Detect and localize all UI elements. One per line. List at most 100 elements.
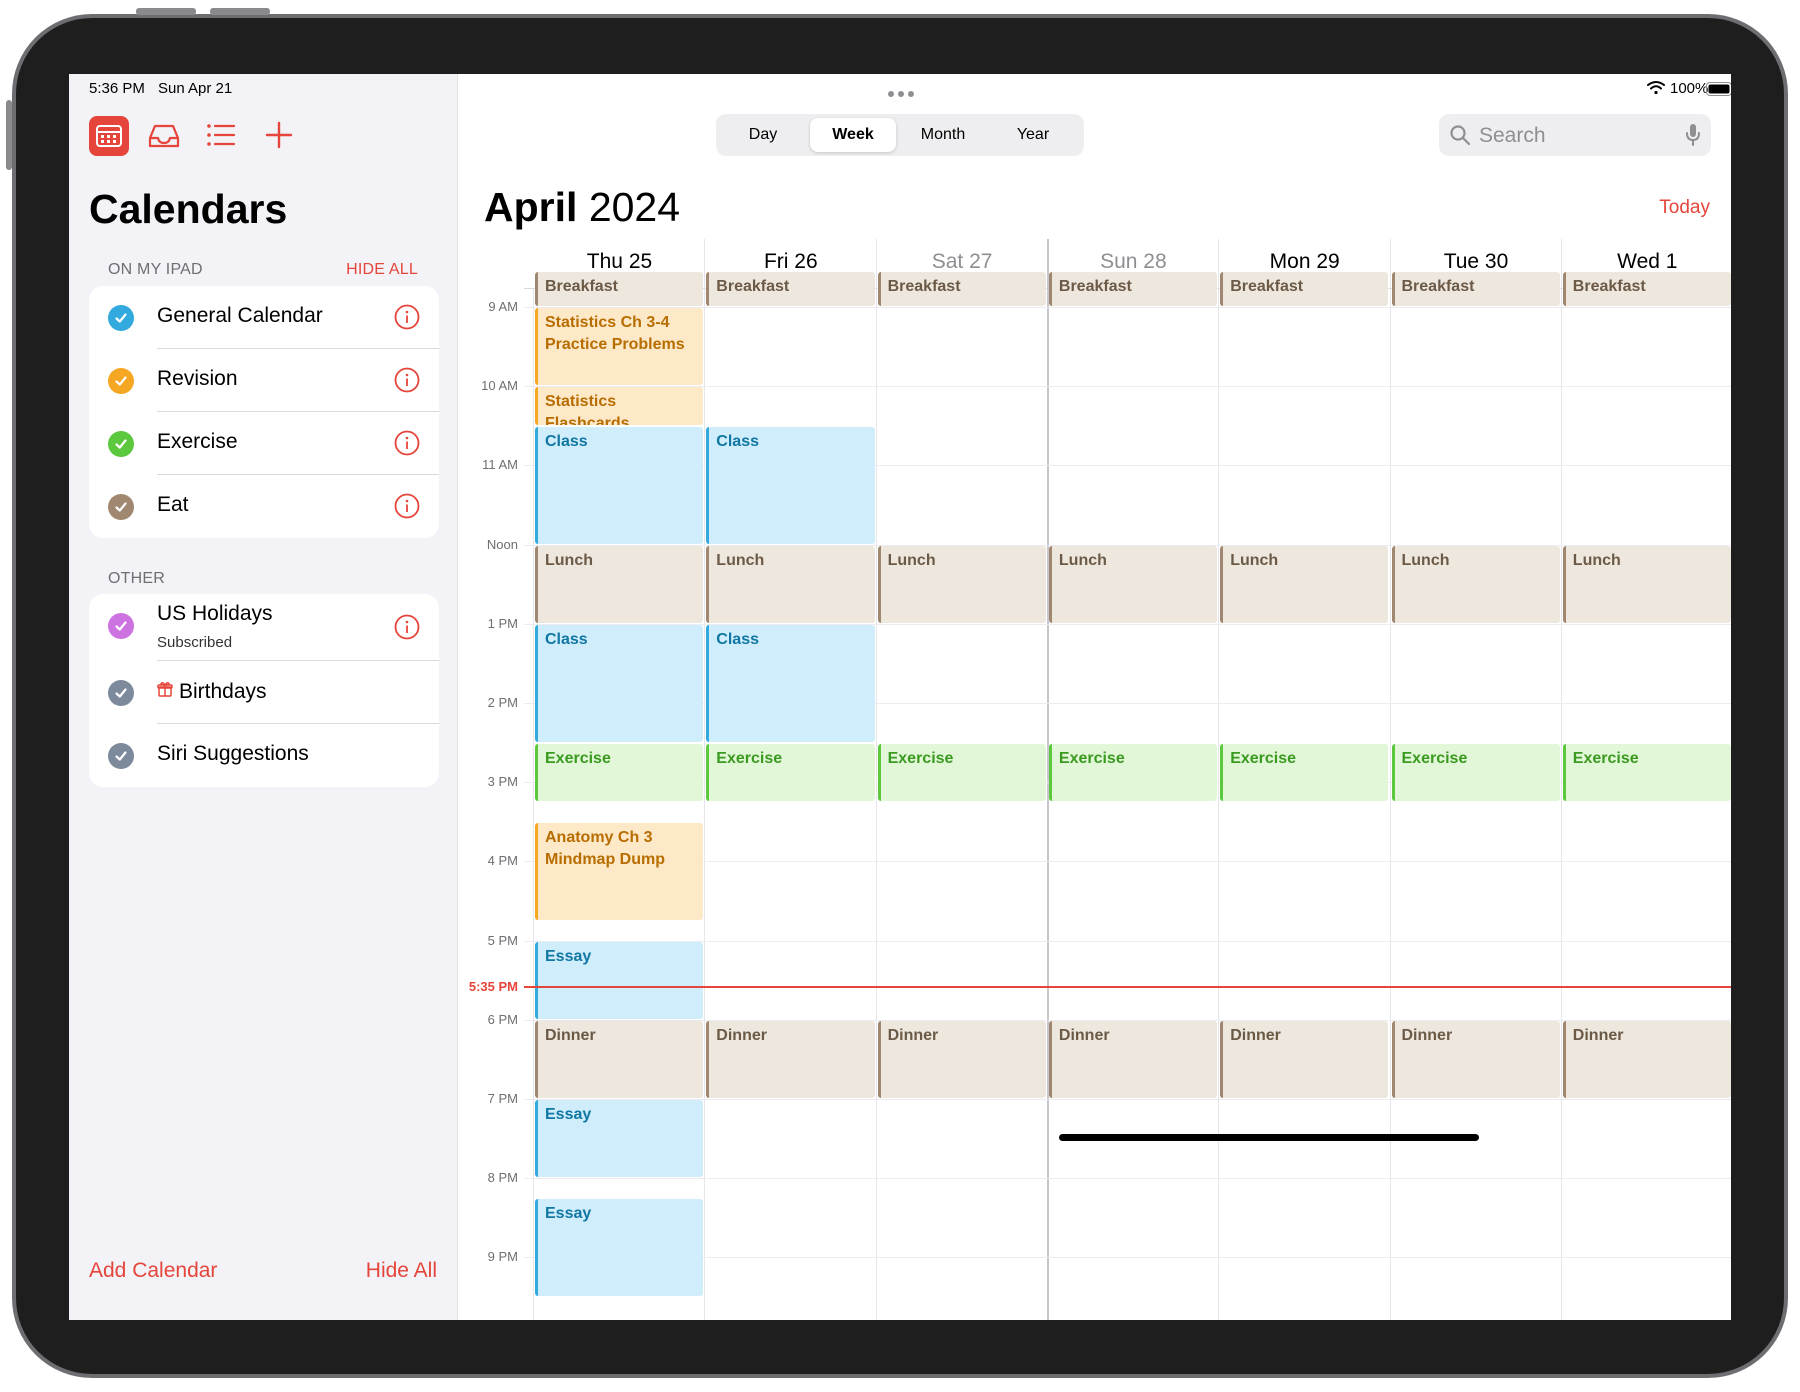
event-block[interactable]: Dinner xyxy=(1562,1020,1731,1098)
event-block[interactable]: Lunch xyxy=(535,545,704,623)
event-block[interactable]: Class xyxy=(706,426,875,544)
event-block[interactable]: Lunch xyxy=(706,545,875,623)
event-block[interactable]: Class xyxy=(535,426,704,544)
microphone-icon[interactable] xyxy=(1685,123,1701,152)
event-block[interactable]: Statistics Flashcards xyxy=(535,387,704,425)
event-block[interactable]: Essay xyxy=(535,941,704,1019)
home-indicator[interactable] xyxy=(1059,1134,1479,1141)
checkmark-icon[interactable] xyxy=(108,494,134,520)
event-block[interactable]: Breakfast xyxy=(1391,272,1560,306)
day-header[interactable]: Wed 1 xyxy=(1562,250,1731,274)
event-block[interactable]: Statistics Ch 3-4 Practice Problems xyxy=(535,308,704,386)
day-header[interactable]: Sat 27 xyxy=(877,250,1048,274)
add-calendar-button[interactable]: Add Calendar xyxy=(89,1259,217,1283)
calendar-row[interactable]: Eat xyxy=(89,475,439,538)
event-block[interactable]: Dinner xyxy=(1391,1020,1560,1098)
event-block[interactable]: Exercise xyxy=(877,743,1046,801)
calendar-icon[interactable] xyxy=(89,116,129,161)
hour-gridline xyxy=(524,1257,1731,1259)
event-block[interactable]: Breakfast xyxy=(1562,272,1731,306)
calendar-row[interactable]: General Calendar xyxy=(89,286,439,349)
hour-label: 8 PM xyxy=(487,1170,518,1186)
tab-week[interactable]: Week xyxy=(810,118,896,152)
calendar-row[interactable]: Subscribed US Holidays xyxy=(89,594,439,661)
search-field[interactable]: Search xyxy=(1439,114,1711,156)
hide-all-button[interactable]: Hide All xyxy=(366,1259,437,1283)
event-block[interactable]: Lunch xyxy=(1220,545,1389,623)
top-button xyxy=(6,100,12,170)
day-header[interactable]: Sun 28 xyxy=(1048,250,1219,274)
event-block[interactable]: Breakfast xyxy=(877,272,1046,306)
event-block[interactable]: Class xyxy=(535,624,704,742)
sidebar: 5:36 PM Sun Apr 21 Calendars ON MY IPAD … xyxy=(69,74,458,1320)
event-block[interactable]: Lunch xyxy=(877,545,1046,623)
event-block[interactable]: Dinner xyxy=(877,1020,1046,1098)
hide-all-link[interactable]: HIDE ALL xyxy=(346,261,418,279)
event-block[interactable]: Breakfast xyxy=(1220,272,1389,306)
event-block[interactable]: Exercise xyxy=(1220,743,1389,801)
event-title: Lunch xyxy=(545,551,593,569)
status-date: Sun Apr 21 xyxy=(158,80,233,97)
event-block[interactable]: Exercise xyxy=(1048,743,1218,801)
calendar-row[interactable]: Siri Suggestions xyxy=(89,724,439,787)
event-block[interactable]: Lunch xyxy=(1562,545,1731,623)
checkmark-icon[interactable] xyxy=(108,680,134,706)
event-block[interactable]: Class xyxy=(706,624,875,742)
info-icon[interactable] xyxy=(394,367,420,398)
event-block[interactable]: Lunch xyxy=(1391,545,1560,623)
tab-year[interactable]: Year xyxy=(990,118,1076,152)
checkmark-icon[interactable] xyxy=(108,613,134,639)
event-block[interactable]: Essay xyxy=(535,1100,704,1178)
info-icon[interactable] xyxy=(394,493,420,524)
list-icon[interactable] xyxy=(204,118,238,157)
event-block[interactable]: Breakfast xyxy=(706,272,875,306)
day-column-divider xyxy=(1560,239,1562,1320)
event-block[interactable]: Exercise xyxy=(706,743,875,801)
day-column-divider xyxy=(1218,239,1220,1320)
day-header[interactable]: Tue 30 xyxy=(1391,250,1562,274)
plus-icon[interactable] xyxy=(262,118,296,157)
calendar-row[interactable]: Birthdays xyxy=(89,661,439,724)
event-block[interactable]: Dinner xyxy=(1220,1020,1389,1098)
event-block[interactable]: Dinner xyxy=(1048,1020,1218,1098)
current-time-line xyxy=(524,985,1731,988)
tab-month[interactable]: Month xyxy=(900,118,986,152)
multitasking-dots-icon[interactable] xyxy=(887,85,915,103)
day-header[interactable]: Fri 26 xyxy=(705,250,876,274)
battery-percent: 100% xyxy=(1670,80,1709,97)
event-title: Lunch xyxy=(1230,551,1279,569)
checkmark-icon[interactable] xyxy=(108,305,134,331)
month-title: April 2024 xyxy=(484,184,681,230)
today-button[interactable]: Today xyxy=(1659,197,1710,219)
checkmark-icon[interactable] xyxy=(108,431,134,457)
tab-day[interactable]: Day xyxy=(720,118,806,152)
event-block[interactable]: Breakfast xyxy=(1048,272,1218,306)
event-block[interactable]: Exercise xyxy=(535,743,704,801)
calendar-row[interactable]: Exercise xyxy=(89,412,439,475)
checkmark-icon[interactable] xyxy=(108,743,134,769)
event-block[interactable]: Dinner xyxy=(706,1020,875,1098)
event-title: Statistics Ch 3-4 Practice Problems xyxy=(545,314,685,353)
info-icon[interactable] xyxy=(394,430,420,461)
checkmark-icon[interactable] xyxy=(108,368,134,394)
event-block[interactable]: Exercise xyxy=(1391,743,1560,801)
event-block[interactable]: Breakfast xyxy=(535,272,704,306)
battery-icon xyxy=(1706,82,1731,100)
search-placeholder: Search xyxy=(1479,124,1546,147)
calendar-row[interactable]: Revision xyxy=(89,349,439,412)
calendar-name: Siri Suggestions xyxy=(157,742,309,765)
info-icon[interactable] xyxy=(394,304,420,335)
info-icon[interactable] xyxy=(394,614,420,645)
event-block[interactable]: Lunch xyxy=(1048,545,1218,623)
event-block[interactable]: Exercise xyxy=(1562,743,1731,801)
day-header[interactable]: Thu 25 xyxy=(534,250,705,274)
event-title: Breakfast xyxy=(545,278,618,296)
day-header[interactable]: Mon 29 xyxy=(1219,250,1390,274)
hour-gridline xyxy=(524,307,1731,308)
event-block[interactable]: Essay xyxy=(535,1199,704,1296)
event-title: Exercise xyxy=(887,749,954,767)
event-block[interactable]: Dinner xyxy=(535,1020,704,1098)
inbox-icon[interactable] xyxy=(146,118,182,159)
hour-gridline xyxy=(524,623,1731,625)
event-block[interactable]: Anatomy Ch 3 Mindmap Dump xyxy=(535,822,704,920)
